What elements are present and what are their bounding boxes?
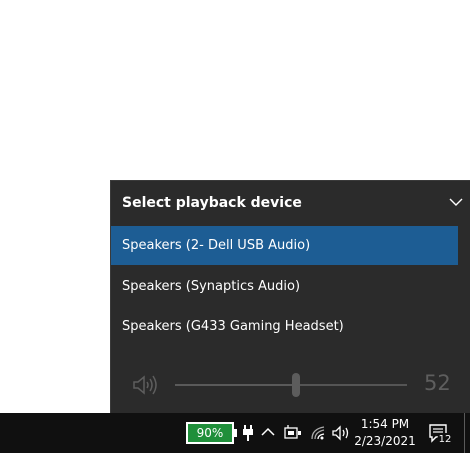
- device-label: Speakers (2- Dell USB Audio): [122, 238, 311, 253]
- volume-slider-thumb[interactable]: [291, 373, 300, 397]
- chevron-up-icon[interactable]: [261, 427, 275, 437]
- notification-count-badge: 12: [437, 433, 453, 447]
- network-icon[interactable]: [283, 424, 303, 440]
- device-label: Speakers (Synaptics Audio): [122, 279, 301, 294]
- device-item-g433-headset[interactable]: Speakers (G433 Gaming Headset): [111, 307, 458, 346]
- device-item-dell-usb-audio[interactable]: Speakers (2- Dell USB Audio): [111, 226, 458, 265]
- volume-row: 52: [111, 367, 470, 403]
- device-item-synaptics-audio[interactable]: Speakers (Synaptics Audio): [111, 267, 458, 306]
- volume-value: 52: [424, 371, 451, 395]
- wifi-icon[interactable]: [310, 425, 328, 441]
- battery-nub: [234, 429, 237, 437]
- volume-slider-fill: [175, 384, 296, 386]
- speaker-icon[interactable]: [131, 373, 159, 397]
- clock-date: 2/23/2021: [354, 434, 416, 448]
- device-label: Speakers (G433 Gaming Headset): [122, 319, 344, 334]
- chevron-down-icon[interactable]: [448, 195, 464, 209]
- volume-icon[interactable]: [331, 424, 351, 442]
- battery-percent: 90%: [196, 426, 224, 440]
- volume-slider[interactable]: [175, 373, 407, 397]
- taskbar: 90% 1:54 PM 2/23/2021 12: [0, 413, 470, 453]
- playback-device-flyout: Select playback device Speakers (2- Dell…: [110, 180, 470, 413]
- flyout-header[interactable]: Select playback device: [111, 181, 470, 225]
- battery-indicator[interactable]: 90%: [186, 422, 234, 444]
- show-desktop-button[interactable]: [464, 413, 465, 453]
- power-plug-icon[interactable]: [241, 424, 255, 442]
- clock[interactable]: 1:54 PM 2/23/2021: [352, 416, 418, 450]
- clock-time: 1:54 PM: [360, 417, 410, 431]
- flyout-title: Select playback device: [122, 195, 302, 211]
